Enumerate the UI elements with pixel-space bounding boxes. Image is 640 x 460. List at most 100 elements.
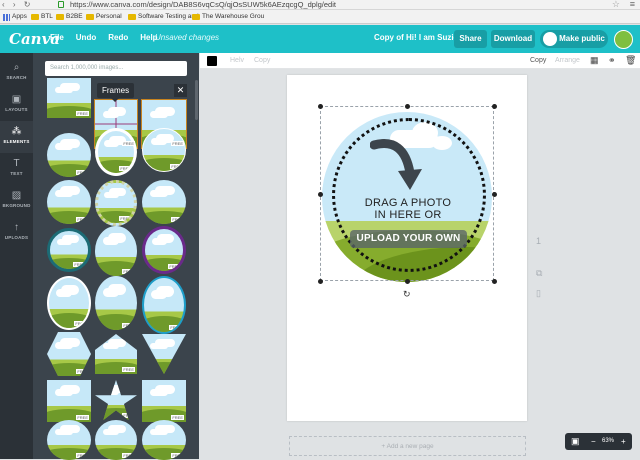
frame-thumbnail[interactable]: FREE [142,380,186,422]
free-badge: FREE [122,141,135,146]
free-badge: FREE [73,262,86,267]
sidebar-item-text[interactable]: T TEXT [0,153,33,185]
frame-thumbnail[interactable]: FREE [95,180,137,226]
add-page-button[interactable]: + Add a new page [289,436,526,456]
frame-thumbnail[interactable]: FREE [95,276,137,330]
resize-handle-se[interactable] [492,279,497,284]
free-badge: FREE [122,453,135,458]
frame-thumbnail[interactable]: FREE [142,420,186,460]
free-badge: FREE [171,217,184,222]
panel-scrollbar[interactable] [194,78,199,459]
resize-handle-s[interactable] [405,279,410,284]
sidebar-item-search[interactable]: ⌕ SEARCH [0,57,33,89]
download-button[interactable]: Download [491,30,535,48]
free-badge: FREE [171,453,184,458]
folder-icon [86,14,94,20]
frame-thumbnail[interactable]: FREE [95,128,137,176]
share-button[interactable]: Share [454,30,487,48]
free-badge: FREE [171,415,184,420]
frame-thumbnail[interactable]: FREE [142,128,186,172]
sidebar-item-background[interactable]: ▨ BKGROUND [0,185,33,217]
bookmark-software-testing[interactable]: Software Testing and [128,12,199,22]
copy-button[interactable]: Copy [530,57,546,64]
zoom-control: ▣ − 63% + [565,433,632,450]
free-badge: FREE [168,264,181,269]
frame-thumbnail[interactable]: FREE [47,420,91,460]
folder-icon [192,14,200,20]
menu-undo[interactable]: Undo [76,33,96,42]
frame-thumbnail[interactable]: FREE [95,226,137,276]
url-field[interactable]: https://www.canva.com/design/DAB8S6vqCsQ… [70,0,336,10]
toolbar-font-size[interactable]: Copy [254,57,270,64]
bookmark-personal[interactable]: Personal [86,12,122,22]
free-badge: FREE [169,325,182,330]
toolbar-font[interactable]: Helv [230,57,244,64]
sidebar-rail: ⌕ SEARCH ▣ LAYOUTS ⁂ ELEMENTS T TEXT ▨ B… [0,53,33,459]
menu-file[interactable]: File [50,33,64,42]
avatar[interactable] [614,30,633,49]
make-public-toggle[interactable]: Make public [540,30,608,48]
bookmark-star-icon[interactable]: ☆ [612,0,620,10]
trash-icon[interactable]: 🗑 [625,55,636,66]
free-badge: FREE [122,323,135,328]
frame-thumbnail[interactable]: FREE [142,226,186,274]
bookmark-warehouse[interactable]: The Warehouse Grou [192,12,264,22]
frame-thumbnail[interactable]: FREE [95,420,137,460]
resize-handle-sw[interactable] [318,279,323,284]
color-swatch[interactable] [207,56,217,66]
frame-thumbnail[interactable]: FREE [47,380,91,422]
sidebar-item-layouts[interactable]: ▣ LAYOUTS [0,89,33,121]
free-badge: FREE [76,415,89,420]
rotate-icon[interactable]: ↻ [403,289,411,300]
frame-thumbnail[interactable]: FREE [47,78,91,118]
browser-nav-icons[interactable]: ‹ › ↻ [2,0,33,9]
editor-header: Canva File Undo Redo Help Unsaved change… [0,25,640,53]
resize-handle-nw[interactable] [318,104,323,109]
frame-thumbnail[interactable]: FREE [47,180,91,224]
transparency-icon[interactable]: ▦ [590,55,599,66]
link-icon[interactable]: ⚭ [608,55,616,66]
search-input[interactable]: Search 1,000,000 images... [45,61,187,76]
toggle-knob [543,32,557,46]
document-title[interactable]: Copy of Hi! I am Suzie! [374,33,461,42]
sidebar-item-uploads[interactable]: ↑ UPLOADS [0,217,33,249]
resize-handle-e[interactable] [492,192,497,197]
frame-thumbnail[interactable]: FREE [142,276,186,334]
search-icon: ⌕ [13,62,20,73]
resize-handle-n[interactable] [405,104,410,109]
top-menu: File Undo Redo Help [50,33,158,42]
frame-thumbnail[interactable]: FREE [47,228,91,272]
layouts-icon: ▣ [11,94,22,105]
free-badge: FREE [119,216,132,221]
bookmark-apps[interactable]: Apps [3,12,27,22]
frame-thumbnail[interactable]: FREE [47,276,91,330]
resize-handle-ne[interactable] [492,104,497,109]
selection-box [320,106,494,281]
folder-icon [31,14,39,20]
present-icon[interactable]: ▣ [571,433,580,450]
bookmarks-bar: Apps BTL B2BE Personal Software Testing … [0,10,640,24]
page-number: 1 [536,236,542,246]
menu-redo[interactable]: Redo [108,33,128,42]
scrollbar-thumb[interactable] [195,80,198,120]
delete-page-icon[interactable]: ▯ [536,288,541,299]
make-public-label: Make public [559,34,605,43]
zoom-in-button[interactable]: + [621,433,626,450]
resize-handle-w[interactable] [318,192,323,197]
bookmark-b2be[interactable]: B2BE [56,12,83,22]
close-icon[interactable]: ✕ [174,84,187,97]
arrange-button[interactable]: Arrange [555,57,580,64]
duplicate-page-icon[interactable]: ⧉ [536,268,542,279]
free-badge: FREE [76,111,89,116]
frame-thumbnail[interactable]: FREE [142,180,186,224]
bookmark-btl[interactable]: BTL [31,12,53,22]
folder-icon [56,14,64,20]
zoom-out-button[interactable]: − [591,433,596,450]
browser-menu-icon[interactable]: ≡ [630,0,635,9]
upload-icon: ↑ [14,222,19,233]
zoom-level: 63% [602,438,615,444]
frame-thumbnail[interactable]: FREE [47,133,91,177]
free-badge: FREE [122,269,135,274]
sidebar-item-elements[interactable]: ⁂ ELEMENTS [0,121,33,153]
free-badge: FREE [76,217,89,222]
